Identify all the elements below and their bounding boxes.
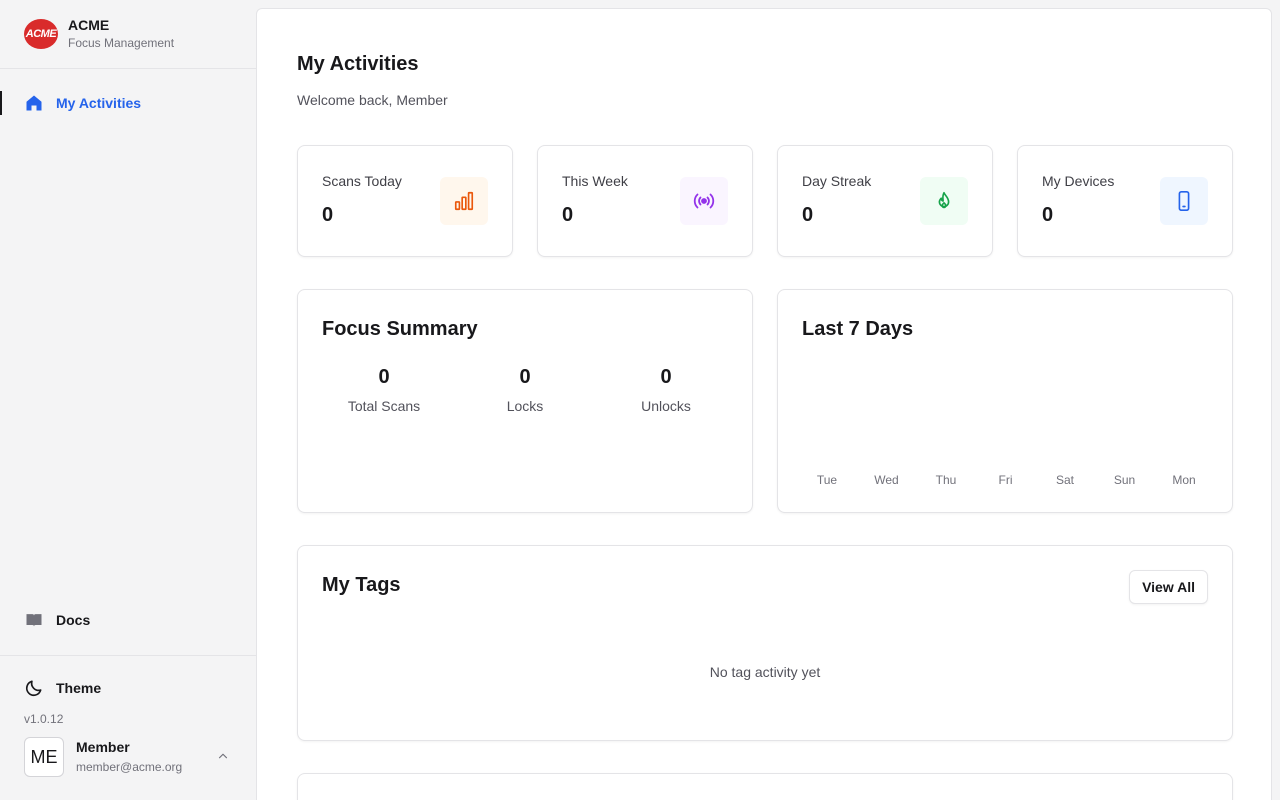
user-info: Member member@acme.org: [76, 737, 182, 777]
app-version: v1.0.12: [24, 712, 64, 726]
day-label: Wed: [874, 473, 899, 487]
stat-value: 0: [322, 204, 334, 226]
broadcast-icon: [680, 177, 728, 225]
smartphone-icon: [1160, 177, 1208, 225]
brand-text: ACME Focus Management: [68, 16, 174, 52]
stat-card-day-streak: Day Streak 0: [777, 145, 993, 257]
view-all-button[interactable]: View All: [1129, 570, 1208, 604]
bar-chart-icon: [440, 177, 488, 225]
avatar: ME: [24, 737, 64, 777]
day-label: Fri: [998, 473, 1013, 487]
focus-summary-card: Focus Summary 0 Total Scans 0 Locks 0 Un…: [297, 289, 753, 513]
user-email: member@acme.org: [76, 760, 183, 774]
summary-total-scans: 0 Total Scans: [314, 364, 454, 414]
stat-label: Scans Today: [322, 173, 402, 189]
stat-card-scans-today: Scans Today 0: [297, 145, 513, 257]
chevron-up-icon: [216, 749, 230, 763]
theme-toggle[interactable]: Theme: [24, 678, 101, 698]
stat-label: Day Streak: [802, 173, 872, 189]
summary-value: 0: [519, 366, 531, 388]
day-label: Sat: [1055, 473, 1074, 487]
docs-label: Docs: [56, 612, 91, 628]
summary-label: Unlocks: [641, 398, 691, 414]
brand-name: ACME: [68, 17, 110, 33]
sidebar-item-my-activities[interactable]: My Activities: [0, 89, 256, 117]
stat-card-my-devices: My Devices 0: [1017, 145, 1233, 257]
tags-empty-message: No tag activity yet: [709, 664, 821, 680]
sidebar-item-label: My Activities: [56, 95, 142, 111]
stat-value: 0: [562, 204, 574, 226]
next-card: [297, 773, 1233, 800]
flame-icon: [920, 177, 968, 225]
sidebar-item-docs[interactable]: Docs: [0, 598, 256, 642]
focus-summary-title: Focus Summary: [322, 318, 478, 340]
last-7-days-title: Last 7 Days: [802, 318, 914, 340]
sidebar-footer: Theme v1.0.12 ME Member member@acme.org: [0, 655, 256, 800]
day-axis: Tue Wed Thu Fri Sat Sun Mon: [798, 473, 1212, 489]
stat-label: This Week: [562, 173, 628, 189]
theme-label: Theme: [56, 680, 102, 696]
brand[interactable]: ACME ACME Focus Management: [0, 0, 256, 69]
summary-value: 0: [660, 366, 672, 388]
stat-label: My Devices: [1042, 173, 1115, 189]
page-subtitle: Welcome back, Member: [297, 92, 448, 108]
stat-card-this-week: This Week 0: [537, 145, 753, 257]
brand-subtitle: Focus Management: [68, 36, 175, 50]
moon-icon: [24, 678, 44, 698]
summary-label: Total Scans: [347, 398, 421, 414]
user-menu[interactable]: ME Member member@acme.org: [24, 736, 236, 778]
user-name: Member: [76, 739, 130, 755]
book-icon: [24, 610, 44, 630]
my-tags-card: My Tags View All No tag activity yet: [297, 545, 1233, 741]
summary-unlocks: 0 Unlocks: [596, 364, 736, 414]
summary-label: Locks: [506, 398, 544, 414]
day-label: Tue: [816, 473, 838, 487]
acme-logo: ACME: [24, 19, 58, 49]
page-title: My Activities: [297, 53, 419, 75]
main-panel: My Activities Welcome back, Member Scans…: [256, 8, 1272, 800]
day-label: Mon: [1172, 473, 1196, 487]
summary-value: 0: [378, 366, 390, 388]
last-7-days-card: Last 7 Days Tue Wed Thu Fri Sat Sun Mon: [777, 289, 1233, 513]
home-icon: [24, 93, 44, 113]
summary-locks: 0 Locks: [455, 364, 595, 414]
stat-value: 0: [1042, 204, 1054, 226]
sidebar: ACME ACME Focus Management My Activities…: [0, 0, 256, 800]
day-label: Sun: [1113, 473, 1136, 487]
stat-value: 0: [802, 204, 814, 226]
my-tags-title: My Tags: [322, 574, 401, 596]
day-label: Thu: [935, 473, 957, 487]
